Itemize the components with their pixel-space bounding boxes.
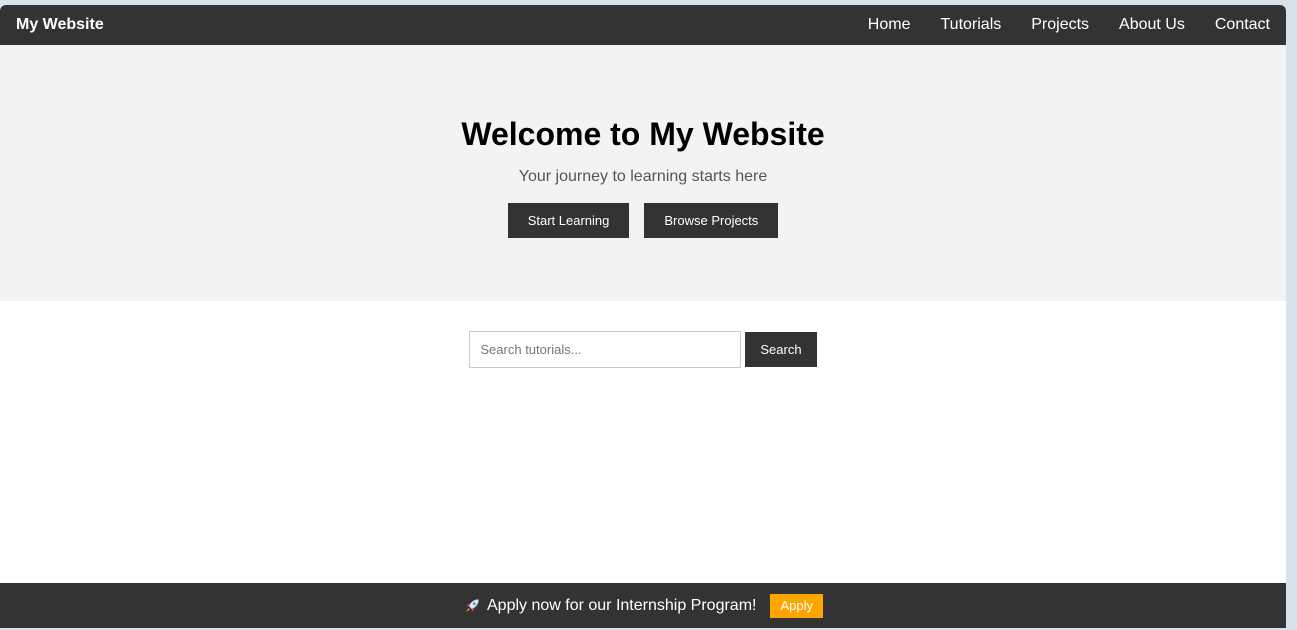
search-button[interactable]: Search xyxy=(745,332,817,367)
banner-text: Apply now for our Internship Program! xyxy=(487,596,757,614)
nav-link-home[interactable]: Home xyxy=(868,16,911,34)
nav-link-about-us[interactable]: About Us xyxy=(1119,16,1185,34)
start-learning-button[interactable]: Start Learning xyxy=(507,203,630,238)
hero-section: Welcome to My Website Your journey to le… xyxy=(0,45,1286,301)
window-edge xyxy=(1286,0,1297,630)
navbar: My Website Home Tutorials Projects About… xyxy=(0,5,1286,45)
search-input[interactable] xyxy=(469,331,742,368)
hero-title: Welcome to My Website xyxy=(461,116,825,152)
browse-projects-button[interactable]: Browse Projects xyxy=(644,203,779,238)
hero-buttons: Start Learning Browse Projects xyxy=(0,203,1286,238)
search-section: Search xyxy=(0,331,1286,368)
hero-subtitle: Your journey to learning starts here xyxy=(518,168,768,185)
nav-link-contact[interactable]: Contact xyxy=(1215,16,1270,34)
internship-banner: Apply now for our Internship Program! Ap… xyxy=(0,583,1286,628)
nav-link-tutorials[interactable]: Tutorials xyxy=(940,16,1001,34)
rocket-icon xyxy=(463,597,481,615)
nav-link-projects[interactable]: Projects xyxy=(1031,16,1089,34)
site-brand-link[interactable]: My Website xyxy=(16,16,104,34)
browser-viewport: My Website Home Tutorials Projects About… xyxy=(0,5,1286,628)
apply-button[interactable]: Apply xyxy=(770,593,823,618)
banner-message: Apply now for our Internship Program! xyxy=(463,597,756,615)
nav-links: Home Tutorials Projects About Us Contact xyxy=(838,16,1270,34)
